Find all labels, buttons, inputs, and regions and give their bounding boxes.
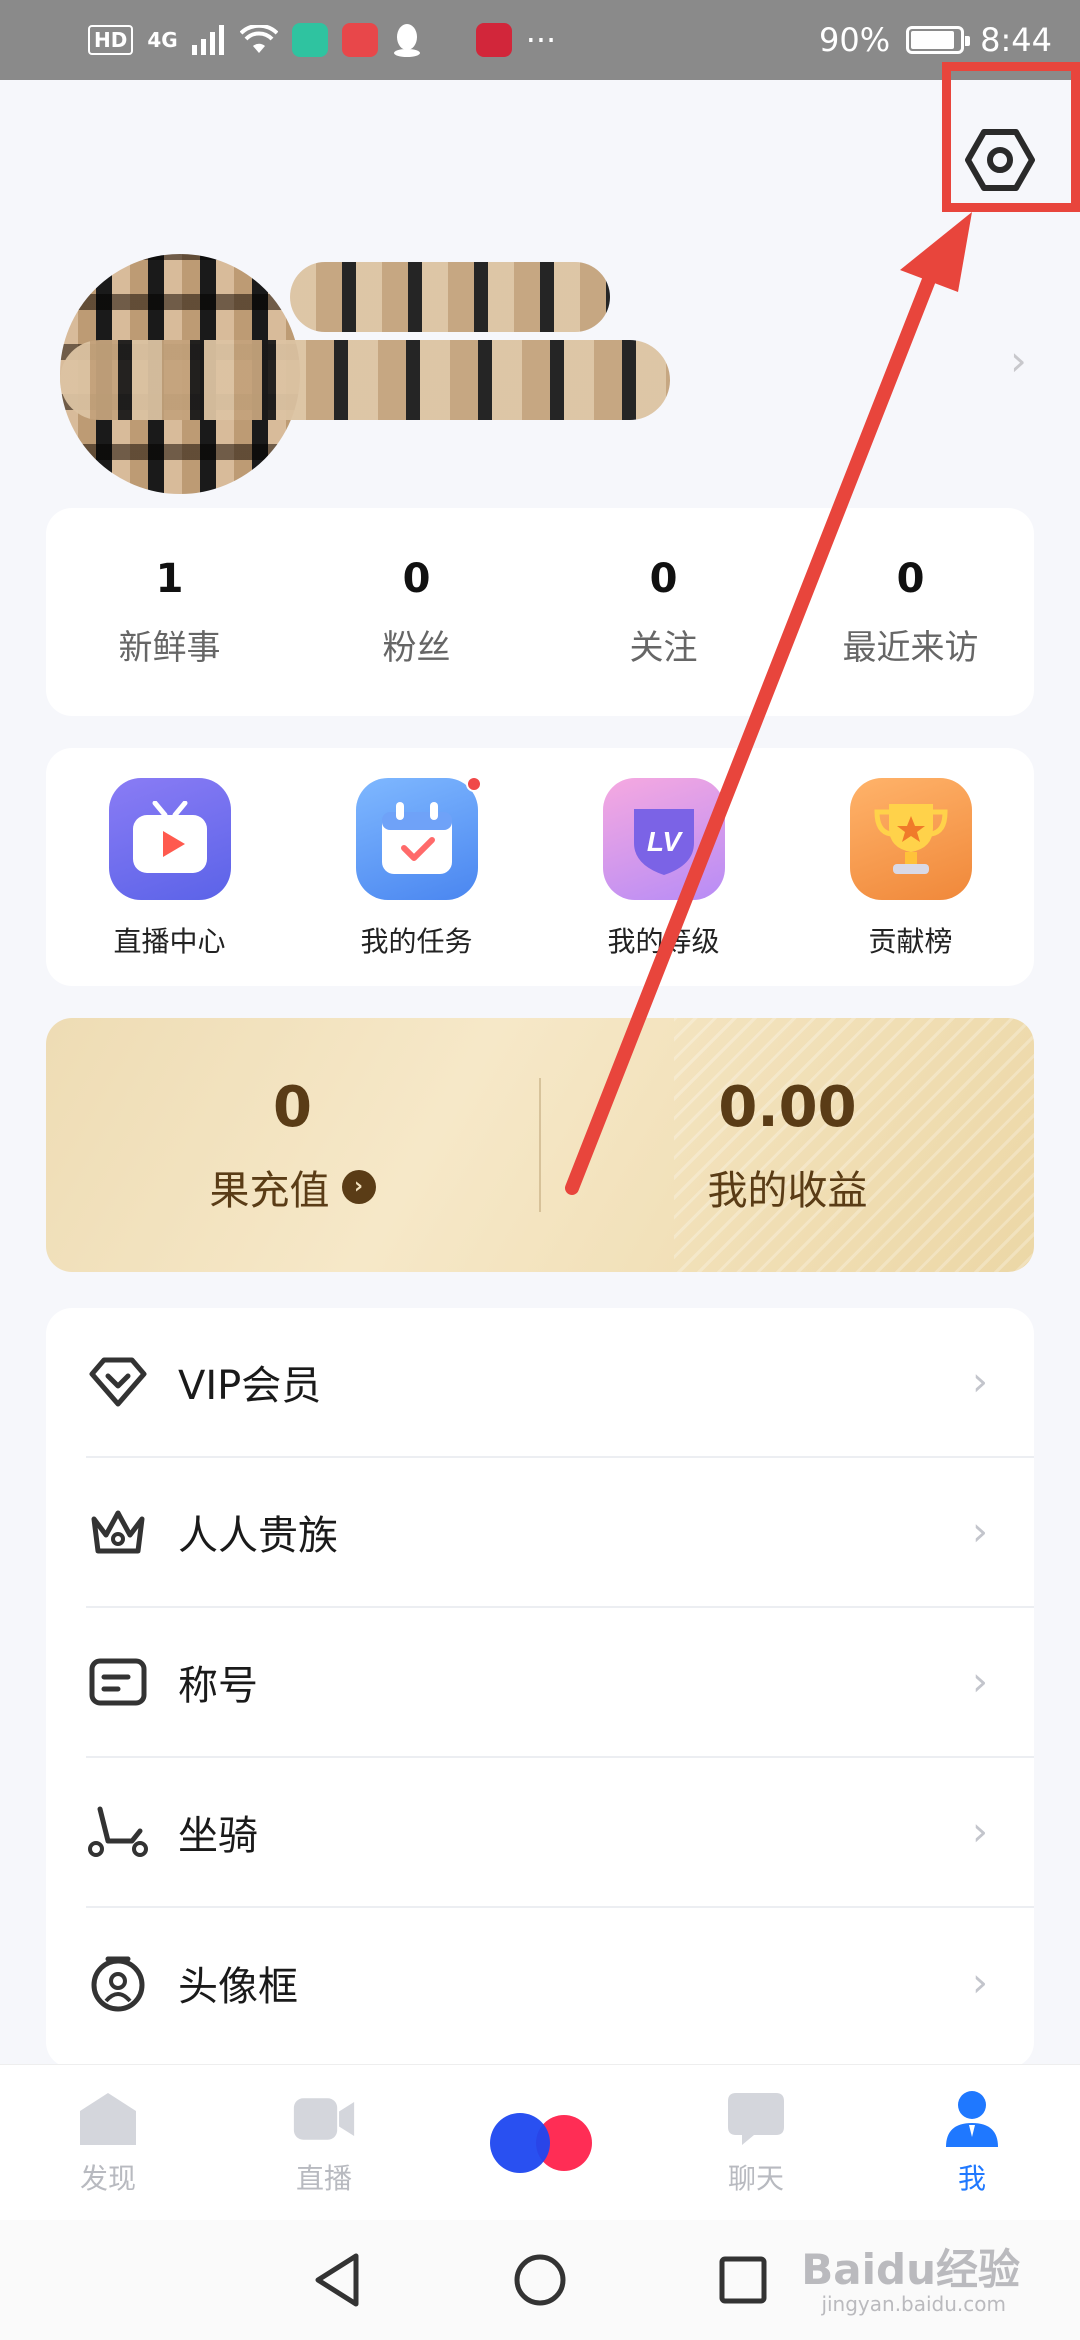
network-type: 4G [147, 28, 178, 52]
chevron-right-icon: › [972, 1809, 988, 1855]
menu-label: 坐骑 [178, 1813, 258, 1859]
menu-label: 人人贵族 [178, 1513, 338, 1559]
earnings-label: 我的收益 [707, 1167, 868, 1214]
recharge-value: 0 [273, 1074, 312, 1140]
stat-visitors[interactable]: 0 最近来访 [787, 508, 1034, 716]
battery-fill [911, 31, 954, 49]
shortcut-label: 我的等级 [607, 925, 720, 958]
stats-card: 1 新鲜事 0 粉丝 0 关注 0 最近来访 [46, 508, 1034, 716]
calendar-task-icon [355, 776, 482, 900]
watermark-url: jingyan.baidu.com [821, 2292, 1006, 2316]
reader-app-icon [475, 23, 512, 57]
nav-label: 聊天 [727, 2161, 784, 2195]
shortcut-label: 我的任务 [360, 925, 473, 958]
recents-square-icon[interactable] [718, 2255, 768, 2305]
title-badge-icon [86, 1650, 150, 1714]
shortcut-contribution[interactable]: 贡献榜 [787, 748, 1034, 986]
username-redacted [290, 262, 610, 332]
shortcut-my-level[interactable]: LV 我的等级 [540, 748, 787, 986]
profile-header[interactable]: › [50, 240, 1030, 494]
more-notifications-icon: ··· [525, 21, 557, 59]
avatar-frame-icon [86, 1951, 150, 2015]
stat-value: 0 [896, 555, 925, 602]
video-camera-icon [292, 2089, 356, 2149]
live-tv-icon [108, 778, 231, 900]
menu-item-title[interactable]: 称号 › [86, 1608, 1034, 1758]
back-icon[interactable] [312, 2252, 362, 2308]
stat-value: 0 [649, 555, 678, 602]
nav-label: 我 [957, 2161, 986, 2195]
chevron-right-icon: › [972, 1509, 988, 1555]
earnings-value: 0.00 [718, 1074, 857, 1140]
home-icon [76, 2089, 140, 2149]
qq-icon [393, 24, 420, 57]
user-info-redacted [60, 340, 670, 420]
stat-value: 1 [155, 555, 184, 602]
diamond-icon [86, 1350, 150, 1414]
shortcut-my-tasks[interactable]: 我的任务 [293, 748, 540, 986]
stat-fans[interactable]: 0 粉丝 [293, 508, 540, 716]
menu-label: 称号 [178, 1663, 258, 1709]
shortcuts-card: 直播中心 我的任务 LV 我的等级 贡献榜 [46, 748, 1034, 986]
user-icon [940, 2089, 1004, 2149]
notification-dot [465, 776, 482, 792]
nav-discover[interactable]: 发现 [0, 2065, 216, 2220]
chevron-right-icon: › [972, 1659, 988, 1705]
app-notification-icon [291, 23, 328, 57]
chevron-right-circle-icon: › [341, 1169, 376, 1204]
stat-posts[interactable]: 1 新鲜事 [46, 508, 293, 716]
recharge-label-row[interactable]: 果充值 › [210, 1158, 376, 1216]
shortcut-label: 贡献榜 [868, 925, 953, 958]
nav-live[interactable]: 直播 [216, 2065, 432, 2220]
nav-center-logo[interactable] [432, 2065, 648, 2220]
crown-icon [86, 1500, 150, 1564]
watermark-logo: Baidu经验 [801, 2245, 1020, 2294]
earnings-section[interactable]: 0.00 我的收益 [541, 1018, 1034, 1272]
scooter-icon [86, 1800, 150, 1864]
menu-label: 头像框 [178, 1964, 298, 2010]
svg-text:LV: LV [646, 826, 683, 857]
trophy-icon [849, 778, 972, 900]
app-logo-icon [480, 2108, 600, 2178]
nav-label: 直播 [295, 2161, 352, 2195]
hd-indicator: HD [88, 25, 134, 55]
nav-label: 发现 [79, 2161, 136, 2195]
stat-label: 关注 [629, 627, 698, 668]
level-shield-icon: LV [602, 778, 725, 900]
nav-chat[interactable]: 聊天 [648, 2065, 864, 2220]
menu-item-vip[interactable]: VIP会员 › [86, 1308, 1034, 1458]
status-bar: HD 4G ··· 90% 8:44 [0, 0, 1080, 80]
stat-label: 新鲜事 [118, 627, 221, 668]
chevron-right-icon: › [972, 1960, 988, 2006]
settings-icon[interactable] [964, 124, 1036, 196]
clock: 8:44 [980, 21, 1052, 59]
wifi-icon [239, 25, 278, 53]
stat-label: 粉丝 [382, 627, 451, 668]
recharge-section[interactable]: 0 果充值 › [46, 1018, 539, 1272]
huawei-store-icon [341, 23, 378, 57]
menu-item-mount[interactable]: 坐骑 › [86, 1758, 1034, 1908]
chat-bubble-icon [724, 2089, 788, 2149]
stat-following[interactable]: 0 关注 [540, 508, 787, 716]
home-circle-icon[interactable] [512, 2252, 568, 2308]
menu-list: VIP会员 › 人人贵族 › 称号 › 坐骑 › 头像框 › [46, 1308, 1034, 2068]
chevron-right-icon: › [972, 1359, 988, 1405]
menu-label: VIP会员 [178, 1363, 322, 1409]
chevron-right-icon[interactable]: › [1010, 336, 1027, 385]
wallet-card: 0 果充值 › 0.00 我的收益 [46, 1018, 1034, 1272]
menu-item-nobility[interactable]: 人人贵族 › [86, 1458, 1034, 1608]
menu-item-avatar-frame[interactable]: 头像框 › [86, 1908, 1034, 2058]
nav-me[interactable]: 我 [864, 2065, 1080, 2220]
shortcut-live-center[interactable]: 直播中心 [46, 748, 293, 986]
recharge-label: 果充值 [209, 1167, 330, 1214]
battery-percent: 90% [819, 21, 891, 59]
signal-icon [191, 25, 224, 55]
shortcut-label: 直播中心 [113, 925, 226, 958]
stat-value: 0 [402, 555, 431, 602]
battery-icon [906, 26, 971, 54]
bottom-nav: 发现 直播 聊天 我 [0, 2064, 1080, 2220]
stat-label: 最近来访 [842, 627, 979, 668]
